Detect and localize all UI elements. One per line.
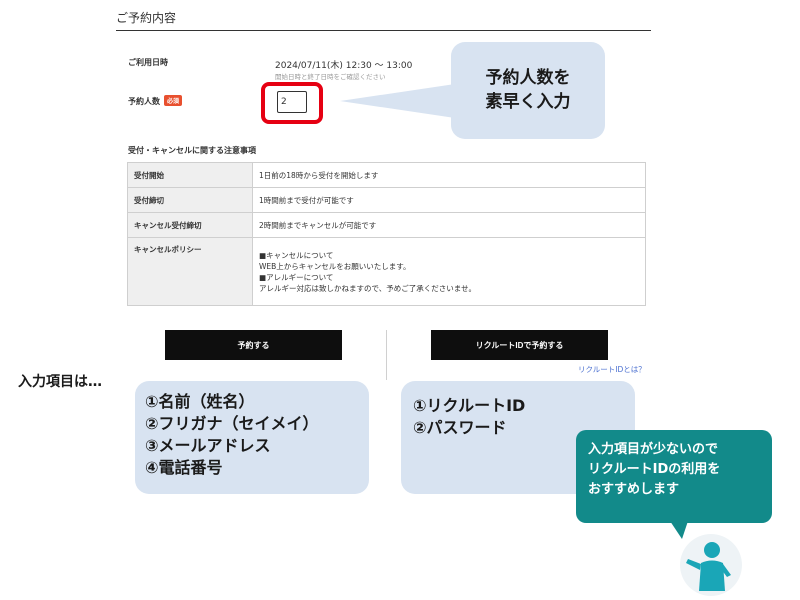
recommendation-bubble: 入力項目が少ないので リクルートIDの利用を おすすめします: [576, 430, 772, 523]
policy-line: ■アレルギーについて: [259, 272, 334, 282]
guest-fields-list: ①名前（姓名） ②フリガナ（セイメイ） ③メールアドレス ④電話番号: [135, 381, 369, 494]
person-pointing-icon: [680, 534, 742, 596]
notes-label: 受付開始: [127, 162, 253, 188]
list-item: ③メールアドレス: [145, 436, 271, 455]
callout-people-tip: 予約人数を 素早く入力: [451, 42, 605, 139]
callout-line-1: 予約人数を: [485, 68, 571, 88]
table-row: 受付開始 1日前の18時から受付を開始します: [127, 162, 646, 188]
callout-line-2: 素早く入力: [485, 92, 571, 112]
recruit-id-reserve-button[interactable]: リクルートIDで予約する: [431, 330, 608, 360]
policy-line: WEB上からキャンセルをお願いいたします。: [259, 261, 411, 271]
notes-heading: 受付・キャンセルに関する注意事項: [128, 146, 256, 155]
notes-value: 1日前の18時から受付を開始します: [252, 162, 646, 188]
list-item: ④電話番号: [145, 458, 223, 477]
table-row: キャンセルポリシー ■キャンセルについて WEB上からキャンセルをお願いいたしま…: [127, 237, 646, 306]
table-row: 受付締切 1時間前まで受付が可能です: [127, 187, 646, 213]
table-row: キャンセル受付締切 2時間前までキャンセルが可能です: [127, 212, 646, 238]
notes-table: 受付開始 1日前の18時から受付を開始します 受付締切 1時間前まで受付が可能で…: [127, 162, 646, 306]
notes-value: 1時間前まで受付が可能です: [252, 187, 646, 213]
notes-label: キャンセルポリシー: [127, 237, 253, 306]
list-item: ②フリガナ（セイメイ）: [145, 414, 319, 433]
notes-policy-value: ■キャンセルについて WEB上からキャンセルをお願いいたします。 ■アレルギーに…: [252, 237, 646, 306]
notes-value: 2時間前までキャンセルが可能です: [252, 212, 646, 238]
callout-pointer-shape: [340, 84, 455, 118]
notes-label: 受付締切: [127, 187, 253, 213]
bubble-line: 入力項目が少ないので: [588, 442, 719, 457]
policy-line: アレルギー対応は致しかねますので、予めご了承くださいませ。: [259, 283, 476, 293]
notes-label: キャンセル受付締切: [127, 212, 253, 238]
reserve-button[interactable]: 予約する: [165, 330, 342, 360]
list-item: ①名前（姓名）: [145, 392, 255, 411]
button-divider: [386, 330, 387, 380]
policy-line: ■キャンセルについて: [259, 250, 334, 260]
list-item: ①リクルートID: [413, 396, 526, 415]
bubble-line: リクルートIDの利用を: [588, 462, 721, 477]
input-items-label: 入力項目は…: [18, 374, 102, 390]
bubble-line: おすすめします: [588, 482, 680, 497]
recruit-id-about-link[interactable]: リクルートIDとは？: [578, 364, 646, 375]
